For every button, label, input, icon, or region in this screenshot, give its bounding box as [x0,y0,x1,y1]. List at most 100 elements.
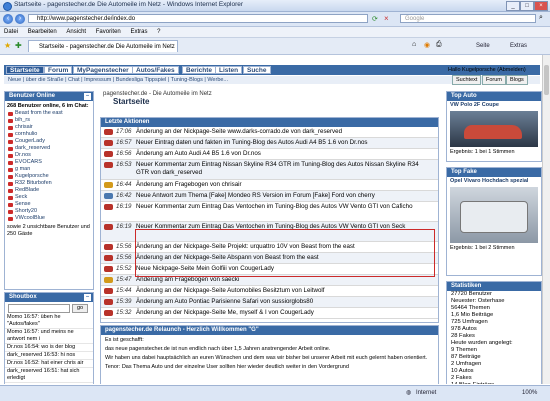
online-user[interactable]: Seck [5,194,93,201]
shout-go-button[interactable]: go [72,304,88,313]
action-text[interactable]: Änderung an der Nickpage-Seite Me, mysel… [136,308,314,318]
search-icon[interactable]: ⌕ [539,14,543,22]
action-time: 16:56 [116,150,132,157]
zoom-level[interactable]: 100% [522,386,537,401]
shout-entry: dark_reserved 16:53: hi nos [5,352,93,360]
shout-input[interactable] [8,304,70,313]
online-user[interactable]: Shorty20 [5,208,93,215]
action-text[interactable]: Neuer Eintrag daten und fakten im Tuning… [136,138,368,148]
favorites-star-icon[interactable]: ★ [4,41,11,50]
action-text[interactable]: Änderung am Fragebogen von chrisair [136,180,242,190]
suchtext-button[interactable]: Suchtext [452,75,482,85]
maximize-button[interactable]: □ [520,1,534,11]
action-text[interactable]: Neuer Kommentar zum Eintrag Nissan Skyli… [136,161,431,177]
page-viewport: Startseite Forum MyPagenstecher Autos/Fa… [0,55,542,384]
action-text[interactable]: Änderung am Auto Pontiac Parisienne Safa… [136,297,313,307]
action-text[interactable]: Änderung am Auto Audi A4 B5 1.6 von Dr.n… [136,149,261,159]
top-fake-title: Top Fake [451,169,477,175]
nav-berichte[interactable]: Berichte [182,66,217,74]
top-auto-name[interactable]: VW Polo 2F Coupe [447,101,541,110]
back-icon[interactable]: ‹ [3,14,13,24]
tab-startseite[interactable]: Startseite - pagenstecher.de Die Automei… [28,40,178,52]
action-text[interactable]: Neuer Kommentar zum Eintrag Das Ventoche… [136,203,431,211]
add-favorite-icon[interactable]: ✚ [15,41,22,50]
collapse-icon[interactable]: – [84,93,91,100]
online-user[interactable]: g man [5,166,93,173]
shout-entry: Momo 16:57: üben he "Autos/fakes" [5,314,93,329]
url-input[interactable]: http://www.pagenstecher.de/index.do [28,14,368,23]
welcome-text: Es ist geschafft: das neue pagenstecher.d… [101,335,438,375]
online-user[interactable]: bih_rs [5,117,93,124]
online-user[interactable]: chrisair [5,124,93,131]
car-icon [104,162,113,168]
scrollbar-thumb[interactable] [544,65,549,95]
shoutbox-form: go [5,302,93,314]
online-user[interactable]: CougerLady [5,138,93,145]
user-icon [104,182,113,188]
action-row: 16:57 Neuer Eintrag daten und fakten im T… [101,138,438,149]
extras-menu-button[interactable]: Extras [510,41,527,51]
search-input[interactable]: Google [400,14,536,23]
statistic-line: 2 Fakes [451,375,472,381]
nav-mypagenstecher[interactable]: MyPagenstecher [73,66,133,74]
feed-icon[interactable]: ◉ [424,41,430,49]
nav-listen[interactable]: Listen [215,66,243,74]
top-auto-box: Top Auto VW Polo 2F Coupe Ergebnis: 1 be… [446,91,542,162]
page-scrollbar[interactable] [542,55,550,384]
forum-button[interactable]: Forum [482,75,506,85]
home-icon[interactable]: ⌂ [412,41,416,48]
online-user[interactable]: Kugelporsche [5,173,93,180]
online-user[interactable]: R32 Biturbofen [5,180,93,187]
online-user[interactable]: VWcoolBlue [5,215,93,222]
print-icon[interactable]: ⎙ [436,41,442,49]
van-body-shape [460,201,528,233]
menu-item-favoriten[interactable]: Favoriten [96,29,121,35]
action-text[interactable]: Änderung an der Nickpage-Seite www.darks… [136,127,342,137]
collapse-icon[interactable]: – [84,294,91,301]
action-row: 15:44 Änderung an der Nickpage-Seite Auto… [101,286,438,297]
close-button[interactable]: × [534,1,548,11]
nav-startseite[interactable]: Startseite [6,66,44,74]
minimize-button[interactable]: _ [506,1,520,11]
menu-item-help[interactable]: ? [157,29,160,35]
top-auto-image[interactable] [450,111,538,147]
subnav-links[interactable]: Neue | über die Straße | Chat | Impressu… [4,77,228,83]
car-icon [104,224,113,230]
top-auto-rating: Ergebnis: 1 bei 1 Stimmen [450,149,515,155]
stop-icon[interactable]: × [384,14,389,23]
car-icon [104,288,113,294]
online-user[interactable]: Beast from the east [5,110,93,117]
online-user[interactable]: Sense [5,201,93,208]
action-text[interactable]: Änderung an der Nickpage-Seite Automobil… [136,286,324,296]
page-menu-button[interactable]: Seite [476,41,490,51]
nav-forum[interactable]: Forum [44,66,73,74]
online-user[interactable]: Dr.nos [5,152,93,159]
online-user[interactable]: dark_reserved [5,145,93,152]
forward-icon[interactable]: › [15,14,25,24]
menu-item-bearbeiten[interactable]: Bearbeiten [28,29,57,35]
nav-autos-fakes[interactable]: Autos/Fakes [132,66,179,74]
top-fake-image[interactable] [450,187,538,243]
statistic-line: Neuester: Osterhase [451,298,505,304]
online-user[interactable]: cornhulio [5,131,93,138]
refresh-icon[interactable]: ⟳ [372,15,378,23]
top-fake-name[interactable]: Opel Vivaro Hochdach spezial [447,177,541,186]
statistics-box: Statistiken 27720 Benutzer Neuester: Oste… [446,281,542,384]
menu-item-ansicht[interactable]: Ansicht [66,29,86,35]
menu-item-datei[interactable]: Datei [4,29,18,35]
car-icon [104,255,113,261]
blogs-button[interactable]: Blogs [506,75,528,85]
online-user[interactable]: RedBlade [5,187,93,194]
action-time: 16:19 [116,203,132,210]
menu-item-extras[interactable]: Extras [130,29,147,35]
car-icon [104,140,113,146]
online-users-box: Benutzer Online – 268 Benutzer online, 6 … [4,91,94,290]
action-time: 15:44 [116,287,132,294]
user-icon [104,277,113,283]
online-user[interactable]: EVOCARS [5,159,93,166]
nav-suche[interactable]: Suche [243,66,271,74]
top-fake-box: Top Fake Opel Vivaro Hochdach spezial Er… [446,167,542,276]
statistic-line: 978 Autos [451,326,477,332]
action-text[interactable]: Neue Antwort zum Thema [Fake] Mondeo RS … [136,191,375,201]
car-icon [104,151,113,157]
